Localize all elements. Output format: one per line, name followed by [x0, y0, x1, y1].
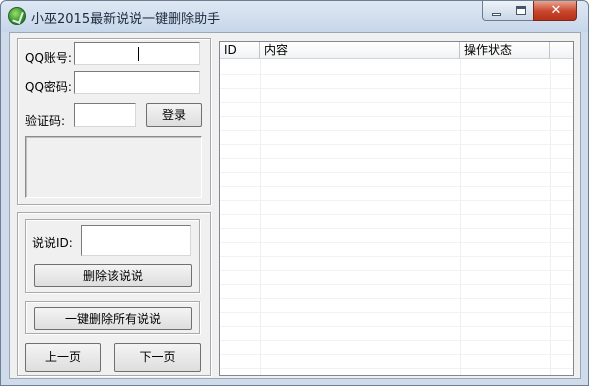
- grid-line: [460, 60, 461, 375]
- grid-line: [220, 326, 573, 327]
- grid-line: [260, 60, 261, 375]
- grid-line: [220, 102, 573, 103]
- qq-account-input[interactable]: [74, 42, 200, 65]
- app-window: 小巫2015最新说说一键删除助手 ✕ QQ账号: QQ密码: 验证码: 登录 说…: [0, 0, 589, 386]
- grid-line: [220, 214, 573, 215]
- grid-line: [220, 312, 573, 313]
- delete-one-button[interactable]: 删除该说说: [34, 264, 192, 287]
- title-bar[interactable]: 小巫2015最新说说一键删除助手 ✕: [1, 1, 588, 32]
- grid-line: [220, 200, 573, 201]
- client-area: QQ账号: QQ密码: 验证码: 登录 说说ID: 删除该说说 一键删除所有说说…: [9, 32, 581, 379]
- close-button[interactable]: ✕: [533, 1, 577, 21]
- qq-account-label: QQ账号:: [25, 51, 72, 65]
- delete-all-group: 一键删除所有说说: [25, 301, 200, 334]
- grid-line: [220, 284, 573, 285]
- shuoshuo-id-label: 说说ID:: [32, 236, 73, 250]
- grid-line: [220, 158, 573, 159]
- grid-line: [220, 256, 573, 257]
- column-header-status[interactable]: 操作状态: [460, 42, 550, 59]
- captcha-input[interactable]: [74, 103, 136, 127]
- qq-password-input[interactable]: [74, 71, 200, 94]
- text-caret: [138, 47, 139, 61]
- minimize-icon: [492, 13, 501, 16]
- grid-line: [220, 270, 573, 271]
- minimize-button[interactable]: [482, 1, 509, 21]
- delete-one-group: 说说ID: 删除该说说: [25, 219, 200, 293]
- next-page-button[interactable]: 下一页: [114, 343, 201, 372]
- grid-line: [220, 88, 573, 89]
- grid-line: [220, 242, 573, 243]
- login-group: QQ账号: QQ密码: 验证码: 登录: [17, 38, 211, 205]
- captcha-image-area: [25, 136, 202, 198]
- grid-line: [220, 186, 573, 187]
- qq-password-label: QQ密码:: [25, 80, 72, 94]
- app-logo-icon: [8, 7, 26, 25]
- actions-group: 说说ID: 删除该说说 一键删除所有说说 上一页 下一页: [17, 212, 211, 376]
- list-header: ID 内容 操作状态: [220, 42, 573, 59]
- grid-line: [220, 354, 573, 355]
- grid-line: [220, 298, 573, 299]
- grid-line: [220, 130, 573, 131]
- grid-line: [220, 172, 573, 173]
- shuoshuo-id-input[interactable]: [81, 225, 191, 256]
- close-icon: ✕: [550, 3, 562, 18]
- delete-all-button[interactable]: 一键删除所有说说: [34, 307, 192, 330]
- column-header-id[interactable]: ID: [220, 42, 260, 59]
- login-button[interactable]: 登录: [146, 103, 202, 127]
- grid-line: [220, 116, 573, 117]
- captcha-label: 验证码:: [25, 114, 66, 128]
- maximize-icon: [516, 6, 526, 15]
- grid-line: [220, 228, 573, 229]
- maximize-button[interactable]: [508, 1, 534, 21]
- window-title: 小巫2015最新说说一键删除助手: [31, 12, 221, 27]
- list-body[interactable]: [220, 60, 573, 375]
- prev-page-button[interactable]: 上一页: [25, 343, 101, 372]
- grid-line: [550, 60, 551, 375]
- grid-line: [220, 144, 573, 145]
- grid-line: [220, 368, 573, 369]
- grid-line: [220, 74, 573, 75]
- column-header-content[interactable]: 内容: [260, 42, 460, 59]
- grid-line: [220, 340, 573, 341]
- shuoshuo-list[interactable]: ID 内容 操作状态: [219, 41, 574, 376]
